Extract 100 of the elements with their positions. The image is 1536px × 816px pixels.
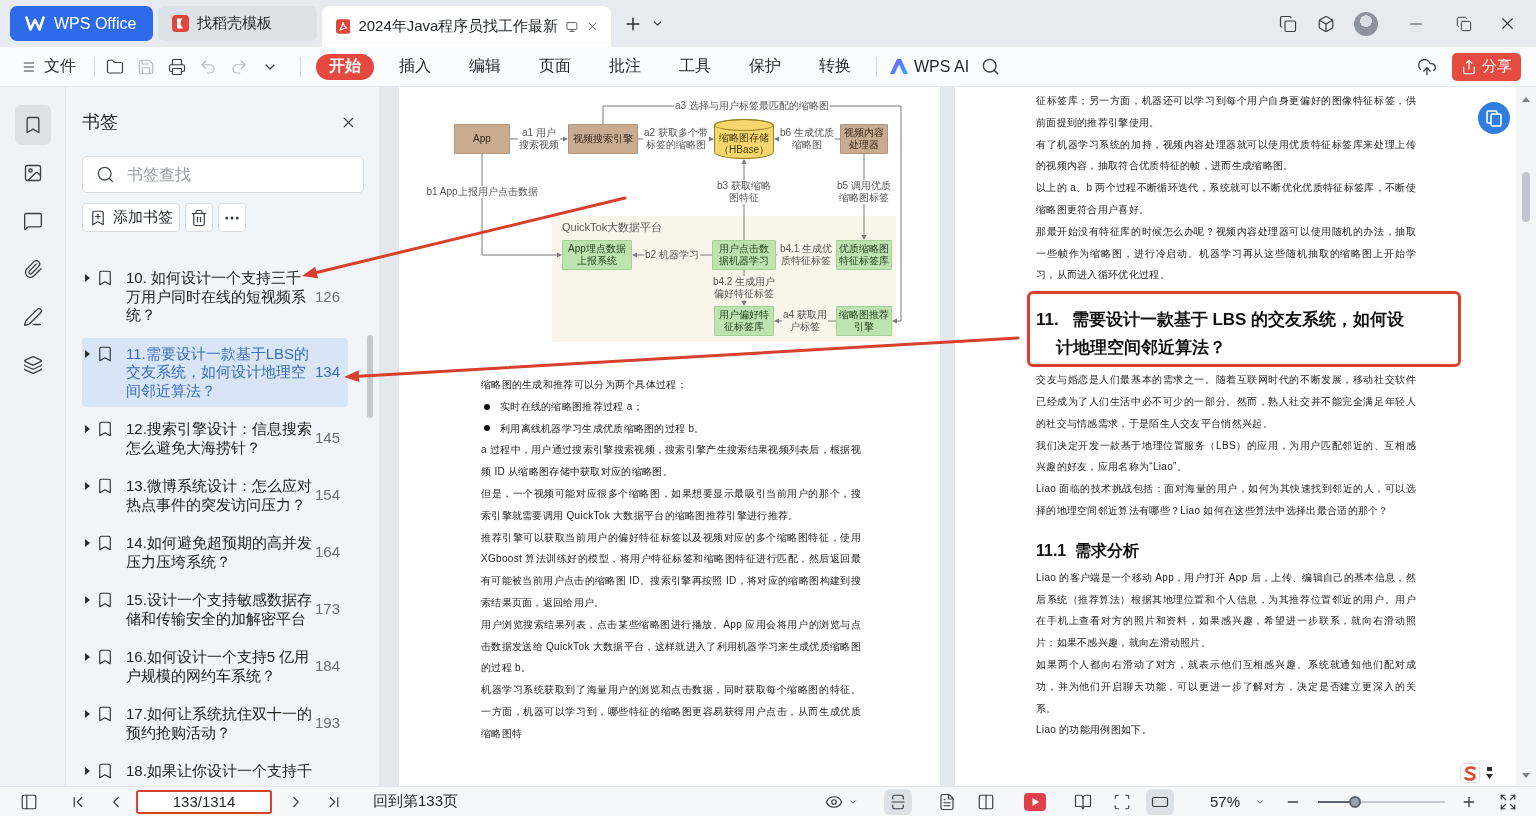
page-number: 193 xyxy=(313,714,340,733)
sidebar-toggle-icon[interactable] xyxy=(20,792,38,811)
share-icon[interactable] xyxy=(1461,58,1477,75)
zoom-percent[interactable]: 57% xyxy=(1209,793,1240,810)
paragraph: 缩略图的生成和推荐可以分为两个具体过程： xyxy=(481,378,688,392)
bookmark-title[interactable]: 13.微博系统设计：怎么应对热点事件的突发访问压力？ xyxy=(126,477,313,514)
layers-icon[interactable] xyxy=(22,355,43,375)
file-menu-button[interactable]: 文件 xyxy=(22,56,76,77)
bookmark-title[interactable]: 10. 如何设计一个支持三千万用户同时在线的短视频系统？ xyxy=(126,269,313,325)
expand-arrow-icon[interactable] xyxy=(85,425,90,434)
scroll-up-icon[interactable] xyxy=(1522,97,1530,102)
copy-icon[interactable] xyxy=(1279,14,1297,33)
expand-arrow-icon[interactable] xyxy=(85,710,90,719)
bookmark-icon[interactable] xyxy=(96,648,114,667)
caret-icon[interactable] xyxy=(1486,767,1493,779)
expand-arrow-icon[interactable] xyxy=(85,596,90,605)
share-button[interactable]: 分享 xyxy=(1452,52,1521,81)
bookmark-icon[interactable] xyxy=(96,534,114,553)
bookmark-icon[interactable] xyxy=(14,105,51,145)
bookmark-icon[interactable] xyxy=(96,705,114,724)
scan-icon[interactable] xyxy=(1112,792,1131,811)
bookmark-icon[interactable] xyxy=(96,477,114,496)
bookmark-icon[interactable] xyxy=(96,420,114,439)
bookmark-title[interactable]: 15.设计一个支持敏感数据存储和传输安全的加解密平台 xyxy=(126,591,313,628)
paragraph: Liao 面临的技术挑战包括：面对海量的用户，如何为其快速找到邻近的人，可以选择的地理空间邻近算法有哪些？Liao 如何在这些算法中选择出最合适的那个？ xyxy=(1036,482,1416,518)
bullet-icon xyxy=(484,403,490,410)
diagram-node: 优质缩略图特征标签库 xyxy=(836,240,892,270)
bookmark-title[interactable]: 17.如何让系统抗住双十一的预约抢购活动？ xyxy=(126,705,313,742)
bookmark-icon[interactable] xyxy=(96,591,114,610)
group-title: QuickTok大数据平台 xyxy=(562,220,663,234)
bookmark-plus-icon[interactable] xyxy=(89,208,107,227)
ribbon-tab[interactable]: 批注 xyxy=(596,53,654,80)
two-columns-icon[interactable] xyxy=(976,792,995,811)
bookmark-title[interactable]: 12.搜索引擎设计：信息搜索怎么避免大海捞针？ xyxy=(126,420,313,457)
document-tab[interactable]: 找稻壳模板 xyxy=(158,6,317,41)
page-number-field[interactable]: 133/1314 xyxy=(136,789,272,814)
paperclip-icon[interactable] xyxy=(22,259,43,279)
document-tab[interactable]: 2024年Java程序员找工作最新 xyxy=(322,6,611,47)
ribbon-tab[interactable]: 保护 xyxy=(736,53,794,80)
page-number: 184 xyxy=(313,657,340,676)
book-icon[interactable] xyxy=(1073,792,1092,811)
documents-icon[interactable] xyxy=(1478,102,1510,134)
document-icon[interactable] xyxy=(937,792,956,811)
printer-icon[interactable] xyxy=(168,57,186,76)
bookmark-icon[interactable] xyxy=(96,344,114,363)
ribbon-tab[interactable]: 工具 xyxy=(666,53,724,80)
scrollbar-thumb[interactable] xyxy=(1522,172,1530,222)
folder-icon[interactable] xyxy=(106,57,124,76)
paragraph: 我们决定开发一款基于地理位置服务（LBS）的应用，为用户匹配邻近的、互相感兴趣的好友，应用名称为“Liao”。 xyxy=(1036,438,1416,475)
home-tab[interactable]: WPS Office xyxy=(10,6,153,41)
ribbon-tab[interactable]: 开始 xyxy=(316,53,374,80)
scroll-down-icon[interactable] xyxy=(1522,773,1530,778)
input-method-logo-icon[interactable] xyxy=(1460,763,1480,783)
pen-icon[interactable] xyxy=(22,307,43,327)
bookmark-icon[interactable] xyxy=(96,269,114,288)
bookmark-title[interactable]: 16.如何设计一个支持5 亿用户规模的网约车系统？ xyxy=(126,648,313,685)
split-square-icon[interactable] xyxy=(883,788,912,815)
ai-button[interactable]: WPS AI xyxy=(890,57,970,76)
search-field[interactable]: 书签查找 xyxy=(82,156,364,193)
avatar-icon[interactable] xyxy=(1354,11,1378,36)
ribbon-tab[interactable]: 转换 xyxy=(806,53,864,80)
add-bookmark-button[interactable]: 添加书签 xyxy=(82,203,180,232)
fullscreen-icon[interactable] xyxy=(1499,792,1517,811)
bookmark-item[interactable]: 11.需要设计一款基于LBS的交友系统，如何设计地理空间邻近算法？ 134 xyxy=(82,337,348,407)
edge-label: a1 用户搜索视频 xyxy=(518,127,560,151)
expand-arrow-icon[interactable] xyxy=(85,767,90,776)
bullet-icon xyxy=(484,425,490,432)
trash-icon[interactable] xyxy=(190,208,208,227)
scrollbar-thumb[interactable] xyxy=(367,335,373,418)
bookmark-title[interactable]: 11.需要设计一款基于LBS的交友系统，如何设计地理空间邻近算法？ xyxy=(126,344,313,400)
ribbon-tab[interactable]: 插入 xyxy=(386,53,444,80)
cloud-upload-icon[interactable] xyxy=(1417,56,1437,77)
expand-arrow-icon[interactable] xyxy=(85,274,90,283)
diagram-node: 视频搜索引擎 xyxy=(568,124,638,154)
list-item-text: 利用离线机器学习生成优质缩略图的过程 b。 xyxy=(500,421,705,436)
image-icon[interactable] xyxy=(22,163,43,183)
slider-thumb[interactable] xyxy=(1348,795,1361,808)
expand-arrow-icon[interactable] xyxy=(85,539,90,548)
search-icon[interactable] xyxy=(981,57,1001,76)
diagram-node: 用户偏好特征标签库 xyxy=(714,306,774,336)
play-icon[interactable] xyxy=(1023,792,1046,811)
restore-icon[interactable] xyxy=(1456,15,1472,32)
edge-label: b6 生成优质缩略图 xyxy=(779,127,835,151)
bookmark-title[interactable]: 14.如何避免超预期的高并发压力压垮系统？ xyxy=(126,534,313,571)
expand-arrow-icon[interactable] xyxy=(85,653,90,662)
rectangle-icon[interactable] xyxy=(1145,788,1174,815)
goto-page-link[interactable]: 回到第133页 xyxy=(373,792,459,811)
comment-icon[interactable] xyxy=(22,211,43,231)
paragraph: 那最开始没有特征库的时候怎么办呢？视频内容处理器可以使用随机的办法，抽取一些帧作为缩略图，进行冷启动。机器学习再从这些随机抽取的缩略图上开始学习，从而进入循环优化过程。 xyxy=(1036,224,1416,283)
ribbon-tab[interactable]: 页面 xyxy=(526,53,584,80)
ribbon-tab[interactable]: 编辑 xyxy=(456,53,514,80)
bookmark-title[interactable]: 18.如果让你设计一个支持千 xyxy=(126,762,313,781)
expand-arrow-icon[interactable] xyxy=(85,349,90,358)
cube-icon[interactable] xyxy=(1317,14,1335,33)
menu-icon[interactable] xyxy=(22,59,36,74)
search-icon[interactable] xyxy=(96,165,115,184)
bookmark-icon[interactable] xyxy=(96,762,114,781)
delete-button[interactable] xyxy=(185,203,213,232)
monitor-icon[interactable] xyxy=(566,19,579,34)
expand-arrow-icon[interactable] xyxy=(85,482,90,491)
